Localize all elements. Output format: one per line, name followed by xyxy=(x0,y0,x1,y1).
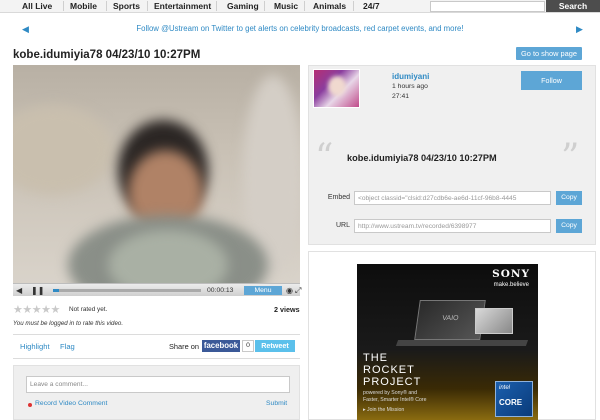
video-duration: 27:41 xyxy=(392,93,410,100)
flag-link[interactable]: Flag xyxy=(60,342,75,351)
share-label: Share on xyxy=(169,342,199,351)
nav-divider xyxy=(264,1,265,11)
search-button[interactable]: Search xyxy=(546,0,600,12)
search-input[interactable] xyxy=(430,1,545,12)
nav-item-all-live[interactable]: All Live xyxy=(22,0,52,12)
ad-headline: THE xyxy=(363,352,388,364)
chevron-right-icon[interactable]: ▶ xyxy=(576,24,583,34)
retweet-button[interactable]: Retweet xyxy=(255,340,295,352)
promo-banner: ◀ Follow @Ustream on Twitter to get aler… xyxy=(0,14,600,44)
embed-code-field[interactable]: <object classid="clsid:d27cdb6e-ae6d-11c… xyxy=(354,191,551,205)
intel-core-label: CORE xyxy=(499,398,523,407)
nav-item-24-7[interactable]: 24/7 xyxy=(363,0,380,12)
page-title: kobe.idumiyia78 04/23/10 10:27PM xyxy=(13,49,201,61)
sony-ad-banner[interactable]: SONY make.believe VAIO THE ROCKET PROJEC… xyxy=(357,264,538,420)
nav-item-gaming[interactable]: Gaming xyxy=(227,0,259,12)
banner-link[interactable]: Follow @Ustream on Twitter to get alerts… xyxy=(0,24,600,33)
embed-label: Embed xyxy=(327,194,350,201)
record-video-comment-link[interactable]: Record Video Comment xyxy=(35,400,107,407)
comment-input[interactable]: Leave a comment... xyxy=(26,376,290,393)
nav-divider xyxy=(106,1,107,11)
fullscreen-icon[interactable]: ⤢ xyxy=(295,284,301,297)
nav-divider xyxy=(216,1,217,11)
broadcast-age: 1 hours ago xyxy=(392,83,428,90)
rating-stars[interactable]: ★★★★★ xyxy=(13,303,60,316)
submit-link[interactable]: Submit xyxy=(266,400,287,407)
ad-copy: Faster, Smarter Intel® Core xyxy=(363,397,427,403)
record-dot-icon xyxy=(28,403,32,407)
nav-divider xyxy=(304,1,305,11)
top-nav: All Live Mobile Sports Entertainment Gam… xyxy=(0,0,600,13)
video-frame-background xyxy=(13,105,113,195)
avatar[interactable] xyxy=(313,69,360,108)
view-count: 2 views xyxy=(274,305,300,314)
channel-username[interactable]: idumiyani xyxy=(392,72,429,81)
facebook-share-button[interactable]: facebook xyxy=(202,340,240,352)
laptop-logo: VAIO xyxy=(441,315,459,322)
nav-divider xyxy=(147,1,148,11)
copy-url-button[interactable]: Copy xyxy=(556,219,582,233)
highlight-link[interactable]: Highlight xyxy=(20,342,50,351)
copy-embed-button[interactable]: Copy xyxy=(556,191,582,205)
ad-headline: PROJECT xyxy=(363,376,422,388)
laptop-image xyxy=(475,308,513,334)
ad-copy: powered by Sony® and xyxy=(363,390,418,396)
time-display: 00:00:13 xyxy=(207,287,234,294)
nav-divider xyxy=(63,1,64,11)
pause-icon[interactable]: ❚❚ xyxy=(31,284,44,297)
ad-tagline: make.believe xyxy=(493,282,529,288)
video-player[interactable] xyxy=(13,65,300,283)
ad-headline: ROCKET xyxy=(363,364,415,376)
share-count: 0 xyxy=(242,340,254,352)
open-quote-icon: “ xyxy=(315,137,334,178)
comment-panel: Leave a comment... Record Video Comment … xyxy=(13,365,300,420)
volume-icon[interactable]: ◉ xyxy=(286,284,293,297)
ad-brand-logo: SONY xyxy=(492,268,530,280)
close-quote-icon: ” xyxy=(561,137,580,178)
nav-divider xyxy=(353,1,354,11)
menu-button[interactable]: Menu xyxy=(244,286,282,295)
video-controls: ◀ ❚❚ 00:00:13 Menu ◉ ⤢ xyxy=(13,283,301,297)
intel-logo: intel xyxy=(499,385,511,391)
follow-button[interactable]: Follow xyxy=(521,71,582,90)
nav-item-sports[interactable]: Sports xyxy=(113,0,140,12)
show-page-button[interactable]: Go to show page xyxy=(516,47,582,60)
avatar-face xyxy=(328,76,346,96)
nav-item-entertainment[interactable]: Entertainment xyxy=(154,0,211,12)
intel-badge: intel CORE xyxy=(495,381,533,417)
quote-box: “ kobe.idumiyia78 04/23/10 10:27PM ” xyxy=(315,140,587,176)
url-label: URL xyxy=(335,222,350,229)
seek-progress xyxy=(53,289,59,292)
rating-text: Not rated yet. xyxy=(69,306,108,313)
rewind-icon[interactable]: ◀ xyxy=(16,284,22,297)
nav-item-animals[interactable]: Animals xyxy=(313,0,346,12)
nav-item-music[interactable]: Music xyxy=(274,0,298,12)
url-field[interactable]: http://www.ustream.tv/recorded/6398977 xyxy=(354,219,551,233)
divider xyxy=(13,334,300,335)
login-note: You must be logged in to rate this video… xyxy=(13,320,124,327)
nav-item-mobile[interactable]: Mobile xyxy=(70,0,97,12)
quote-title: kobe.idumiyia78 04/23/10 10:27PM xyxy=(347,153,497,163)
seek-bar[interactable] xyxy=(53,289,201,292)
divider xyxy=(13,358,300,359)
laptop-base xyxy=(395,340,529,346)
ad-cta[interactable]: ▸ Join the Mission xyxy=(363,407,404,413)
